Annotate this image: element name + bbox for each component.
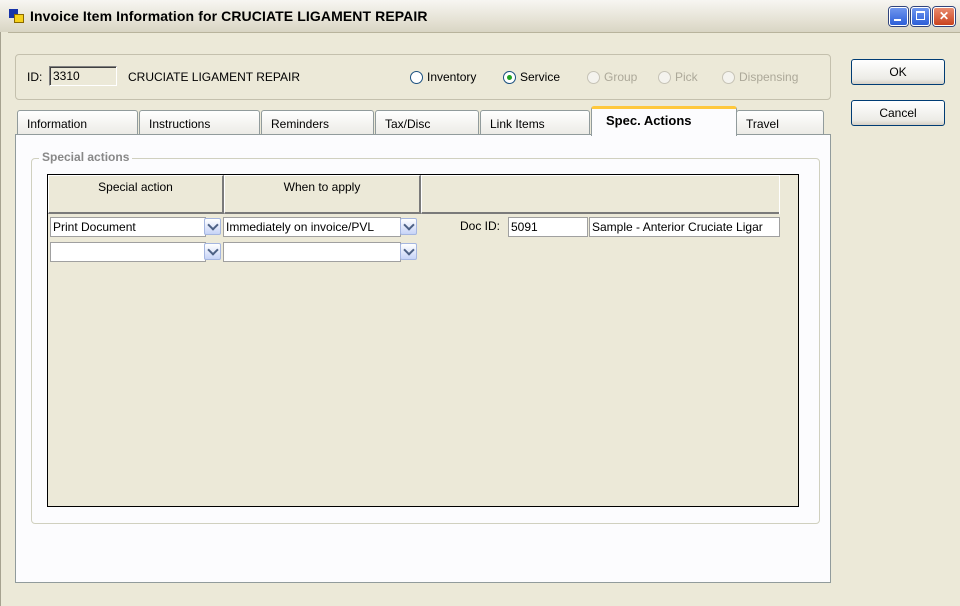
tab-link-items[interactable]: Link Items xyxy=(480,110,590,134)
maximize-icon[interactable] xyxy=(911,7,930,26)
minimize-icon[interactable] xyxy=(889,7,908,26)
column-header-when-to-apply[interactable]: When to apply xyxy=(224,175,421,214)
special-actions-grid: Special action When to apply Print Docum… xyxy=(47,174,799,507)
column-header-special-action[interactable]: Special action xyxy=(48,175,224,214)
row2-when-to-apply-select[interactable] xyxy=(223,242,401,262)
radio-icon xyxy=(410,70,423,84)
window-frame-left xyxy=(0,32,8,606)
radio-dispensing: Dispensing xyxy=(722,70,798,84)
close-icon[interactable]: ✕ xyxy=(933,7,955,26)
chevron-down-icon[interactable] xyxy=(204,243,221,260)
radio-icon xyxy=(722,70,735,84)
ok-button[interactable]: OK xyxy=(851,59,945,85)
window-title: Invoice Item Information for CRUCIATE LI… xyxy=(30,8,428,24)
radio-group: Group xyxy=(587,70,637,84)
tab-information[interactable]: Information xyxy=(17,110,138,134)
item-name: CRUCIATE LIGAMENT REPAIR xyxy=(128,70,301,84)
chevron-down-icon[interactable] xyxy=(204,218,221,235)
chevron-down-icon[interactable] xyxy=(400,243,417,260)
radio-pick: Pick xyxy=(658,70,698,84)
row1-special-action-select[interactable]: Print Document xyxy=(50,217,206,237)
row1-when-to-apply-select[interactable]: Immediately on invoice/PVL xyxy=(223,217,401,237)
doc-name-field[interactable]: Sample - Anterior Cruciate Ligar xyxy=(589,217,780,237)
grid-scroll-strip xyxy=(779,175,798,214)
invoice-item-window: Invoice Item Information for CRUCIATE LI… xyxy=(0,0,960,606)
tab-reminders[interactable]: Reminders xyxy=(261,110,374,134)
radio-icon xyxy=(587,70,600,84)
app-icon xyxy=(9,9,24,23)
radio-icon xyxy=(658,70,671,84)
chevron-down-icon[interactable] xyxy=(400,218,417,235)
id-field: 3310 xyxy=(49,66,117,86)
group-title: Special actions xyxy=(39,150,133,164)
radio-inventory[interactable]: Inventory xyxy=(410,70,476,84)
tab-spec-actions[interactable]: Spec. Actions xyxy=(591,106,737,136)
title-bar[interactable]: Invoice Item Information for CRUCIATE LI… xyxy=(0,0,960,33)
tab-instructions[interactable]: Instructions xyxy=(139,110,260,134)
id-label: ID: xyxy=(27,70,43,84)
tab-tax-disc[interactable]: Tax/Disc xyxy=(375,110,479,134)
tab-travel[interactable]: Travel xyxy=(736,110,824,134)
doc-id-label: Doc ID: xyxy=(460,219,501,233)
row2-special-action-select[interactable] xyxy=(50,242,206,262)
doc-id-field[interactable]: 5091 xyxy=(508,217,588,237)
column-header-details xyxy=(421,175,781,214)
radio-checked-icon xyxy=(503,70,516,84)
radio-service[interactable]: Service xyxy=(503,70,560,84)
cancel-button[interactable]: Cancel xyxy=(851,100,945,126)
